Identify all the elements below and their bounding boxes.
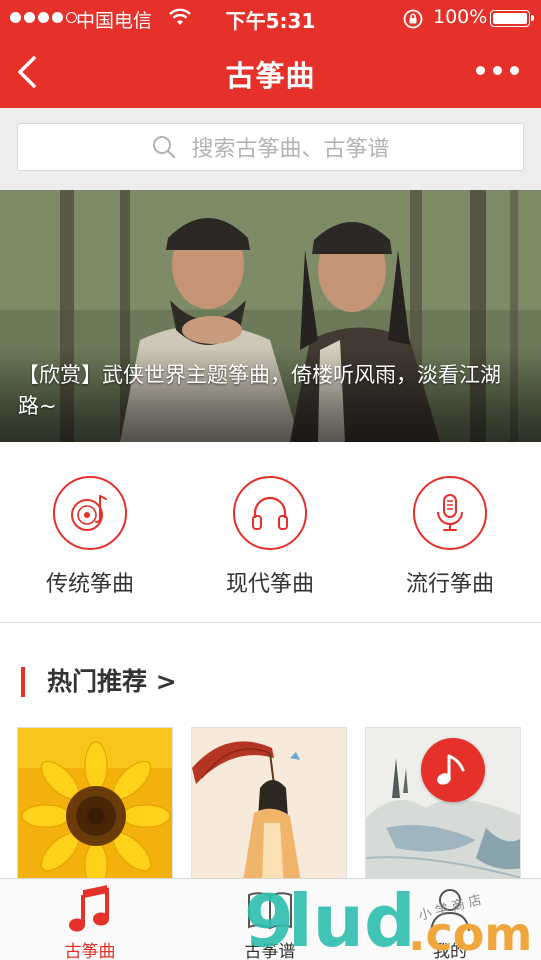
nav-bar: 古筝曲 (0, 36, 541, 108)
category-grid: 传统筝曲 现代筝曲 流行筝曲 (0, 442, 541, 623)
page-title: 古筝曲 (225, 59, 316, 93)
category-label: 传统筝曲 (45, 572, 134, 597)
more-dot-icon (510, 66, 519, 75)
hot-item[interactable] (191, 727, 347, 887)
section-title[interactable]: 热门推荐 > (21, 667, 177, 697)
tab-bar: 古筝曲 古筝谱 我的 (0, 878, 541, 960)
category-popular[interactable]: 流行筝曲 (370, 476, 530, 598)
search-input[interactable]: 搜索古筝曲、古筝谱 (17, 123, 524, 171)
book-icon (248, 892, 292, 930)
search-placeholder: 搜索古筝曲、古筝谱 (191, 137, 390, 162)
tab-label: 古筝谱 (244, 942, 296, 960)
status-bar: 中国电信 下午5:31 100% (0, 0, 541, 36)
category-label: 流行筝曲 (405, 572, 494, 597)
music-note-icon (437, 754, 465, 785)
music-note-icon (69, 885, 109, 932)
user-icon (430, 889, 470, 932)
headphones-icon (252, 496, 288, 530)
tab-label: 古筝曲 (64, 942, 116, 960)
sunflower-image (18, 728, 172, 886)
search-area: 搜索古筝曲、古筝谱 (0, 108, 541, 190)
tab-guzheng-songs[interactable]: 古筝曲 (0, 879, 180, 960)
battery-percent: 100% (433, 6, 488, 28)
tab-mine[interactable]: 我的 (360, 879, 540, 960)
play-badge[interactable] (421, 738, 485, 802)
battery-icon (490, 10, 534, 27)
rotation-lock-icon (402, 8, 424, 34)
category-label: 现代筝曲 (225, 572, 314, 597)
microphone-icon (437, 494, 463, 531)
banner-carousel[interactable]: 【欣赏】武侠世界主题筝曲，倚楼听风雨，淡看江湖路~ (0, 190, 541, 442)
vinyl-record-icon (71, 495, 107, 531)
more-menu-button[interactable] (476, 66, 519, 75)
more-dot-icon (493, 66, 502, 75)
hot-section: 热门推荐 > (0, 623, 541, 887)
category-modern[interactable]: 现代筝曲 (190, 476, 350, 598)
category-traditional[interactable]: 传统筝曲 (10, 476, 170, 598)
tab-guzheng-scores[interactable]: 古筝谱 (180, 879, 360, 960)
hot-item[interactable] (17, 727, 173, 887)
lady-with-umbrella-image (192, 728, 346, 886)
search-icon (153, 136, 176, 159)
tab-label: 我的 (433, 942, 467, 960)
banner-caption: 【欣赏】武侠世界主题筝曲，倚楼听风雨，淡看江湖路~ (18, 363, 501, 418)
hot-item[interactable] (365, 727, 521, 887)
more-dot-icon (476, 66, 485, 75)
